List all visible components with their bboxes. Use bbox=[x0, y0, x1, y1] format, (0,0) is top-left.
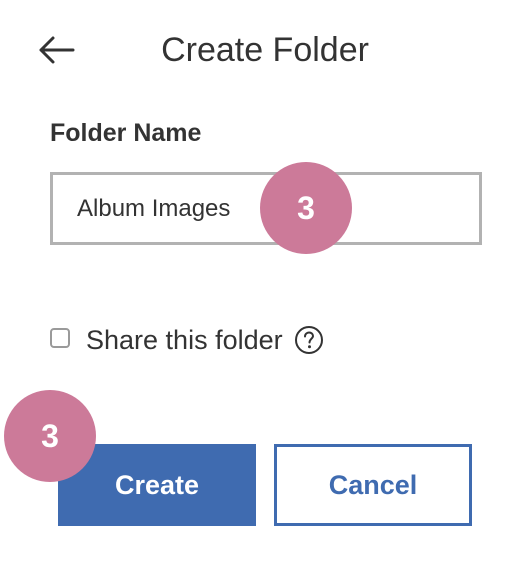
step-badge-input: 3 bbox=[260, 162, 352, 254]
share-folder-label[interactable]: Share this folder bbox=[86, 318, 283, 362]
page-title: Create Folder bbox=[161, 31, 369, 69]
arrow-left-icon bbox=[39, 36, 75, 64]
folder-name-label: Folder Name bbox=[50, 119, 202, 147]
back-button[interactable] bbox=[32, 30, 80, 70]
share-folder-checkbox[interactable] bbox=[50, 328, 70, 348]
header: Create Folder bbox=[0, 20, 532, 80]
cancel-button[interactable]: Cancel bbox=[274, 444, 472, 526]
question-circle-icon[interactable] bbox=[293, 324, 325, 356]
step-badge-create: 3 bbox=[4, 390, 96, 482]
share-folder-row: Share this folder bbox=[50, 318, 325, 362]
